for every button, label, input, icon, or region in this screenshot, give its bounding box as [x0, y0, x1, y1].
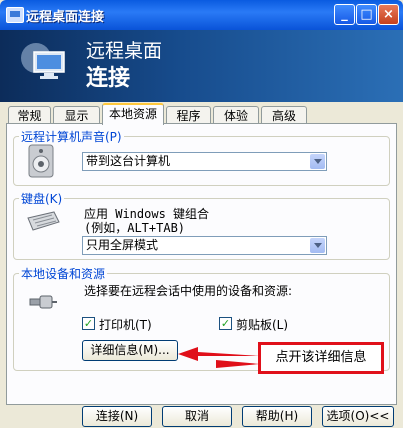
chevron-down-icon[interactable] — [310, 238, 325, 253]
printer-checkbox[interactable]: ✓ — [82, 317, 95, 330]
keyboard-group-label: 键盘(K) — [19, 190, 65, 207]
details-button[interactable]: 详细信息(M)... — [82, 340, 178, 361]
keyboard-select[interactable]: 只用全屏模式 — [82, 236, 327, 255]
keyboard-icon — [27, 211, 60, 231]
maximize-button[interactable]: □ — [356, 4, 377, 25]
remote-desktop-app-icon — [6, 7, 24, 23]
cancel-button[interactable]: 取消 — [162, 406, 232, 427]
keyboard-select-value: 只用全屏模式 — [86, 238, 159, 252]
tab-local-resources[interactable]: 本地资源 — [102, 103, 164, 125]
chevron-down-icon[interactable] — [310, 154, 325, 169]
options-button[interactable]: 选项(O)<< — [322, 406, 394, 427]
devices-group-label: 本地设备和资源 — [19, 265, 108, 282]
usb-plug-icon — [29, 295, 57, 309]
annotation-callout: 点开该详细信息 — [258, 342, 384, 374]
sound-select-value: 带到这台计算机 — [86, 154, 171, 168]
monitor-icon — [21, 43, 65, 79]
banner-title-line1: 远程桌面 — [86, 40, 163, 62]
tab-display[interactable]: 显示 — [53, 106, 100, 124]
sound-select[interactable]: 带到这台计算机 — [82, 152, 327, 171]
close-button[interactable]: × — [378, 4, 399, 25]
sound-group-label: 远程计算机声音(P) — [19, 128, 124, 145]
tab-programs[interactable]: 程序 — [166, 106, 211, 124]
speaker-icon — [28, 144, 54, 178]
banner-title-line2: 连接 — [86, 66, 131, 91]
window-title: 远程桌面连接 — [26, 10, 105, 25]
arrow-icon — [178, 347, 260, 368]
connect-button[interactable]: 连接(N) — [82, 406, 152, 427]
tab-experience[interactable]: 体验 — [213, 106, 259, 124]
tab-advanced[interactable]: 高级 — [261, 106, 307, 124]
clipboard-checkbox[interactable]: ✓ — [219, 317, 232, 330]
printer-checkbox-label[interactable]: 打印机(T) — [99, 316, 152, 333]
clipboard-checkbox-label[interactable]: 剪贴板(L) — [236, 316, 288, 333]
help-button[interactable]: 帮助(H) — [242, 406, 312, 427]
minimize-button[interactable]: _ — [334, 4, 355, 25]
keyboard-text-line2: (例如，ALT+TAB) — [84, 221, 186, 235]
tab-general[interactable]: 常规 — [8, 106, 51, 124]
devices-description: 选择要在远程会话中使用的设备和资源: — [84, 284, 293, 298]
